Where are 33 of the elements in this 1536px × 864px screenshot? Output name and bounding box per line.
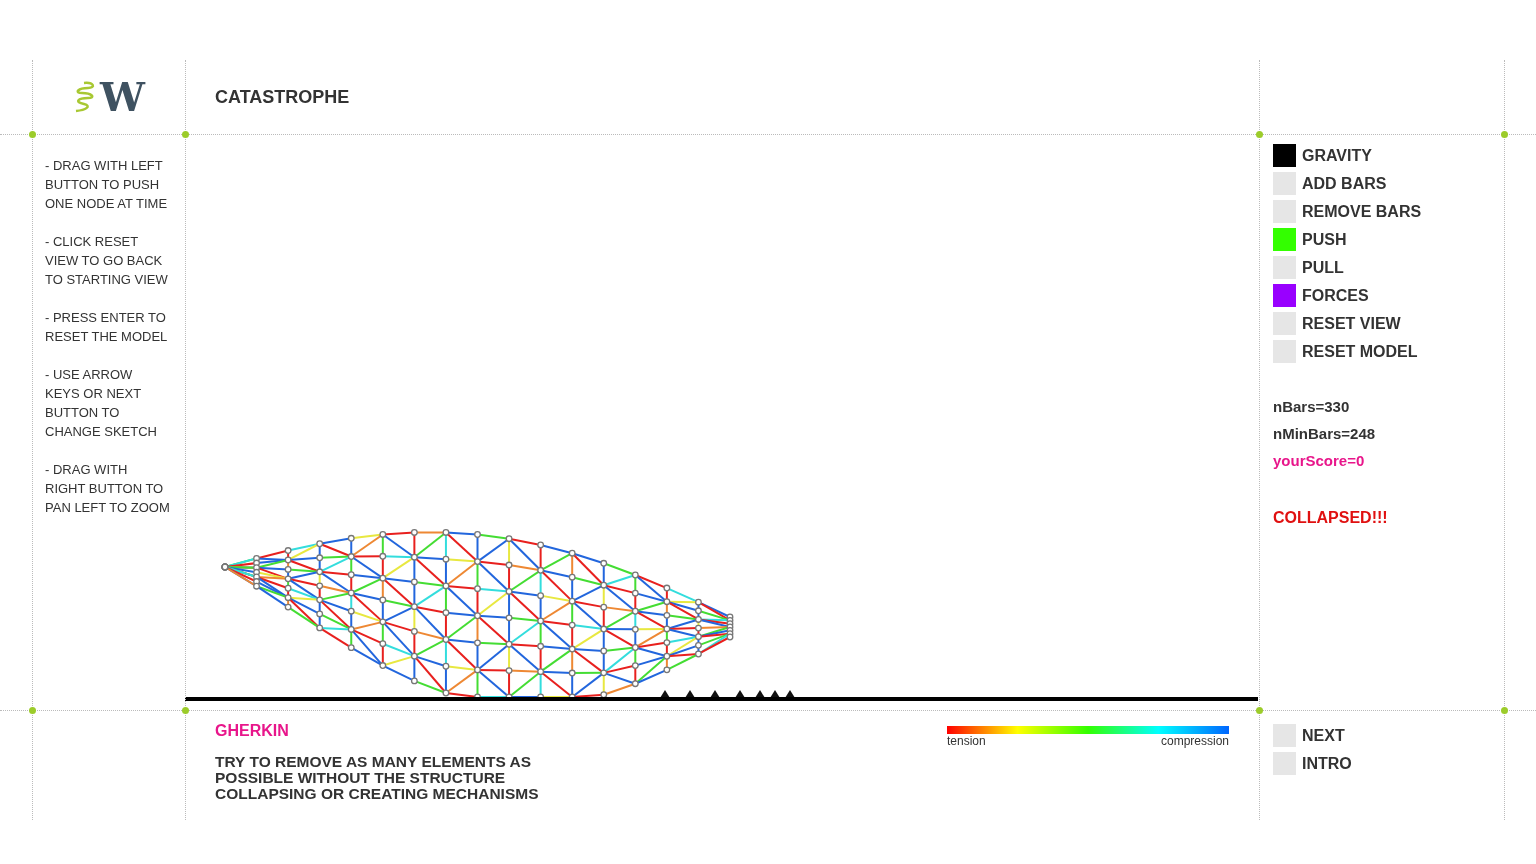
nav-button[interactable]: INTRO <box>1273 752 1352 775</box>
stat-text: nMinBars=248 <box>1273 425 1377 442</box>
task-text: TRY TO REMOVE AS MANY ELEMENTS AS POSSIBLE WITHOUT THE STRUCTURE COLLAPSING OR CREATING MECHANISMS <box>215 754 540 802</box>
grid-node-dot <box>1501 131 1508 138</box>
toggle-button[interactable]: PULL <box>1273 256 1344 279</box>
grid-node-dot <box>182 131 189 138</box>
toggle-button[interactable]: FORCES <box>1273 284 1369 307</box>
toggle-button[interactable]: PUSH <box>1273 228 1347 251</box>
instruction-text: - USE ARROW KEYS OR NEXT BUTTON TO CHANGE SKETCH <box>45 366 158 441</box>
toggle-button[interactable]: ADD BARS <box>1273 172 1387 195</box>
status-text: COLLAPSED!!! <box>1273 509 1389 527</box>
instruction-text: - PRESS ENTER TO RESET THE MODEL <box>45 309 169 346</box>
instruction-text: - DRAG WITH LEFT BUTTON TO PUSH ONE NODE AT TIME <box>45 157 169 213</box>
grid-node-dot <box>182 707 189 714</box>
instruction-text: - CLICK RESET VIEW TO GO BACK TO STARTING VIEW <box>45 233 169 289</box>
grid-node-dot <box>29 131 36 138</box>
toggle-button[interactable]: RESET VIEW <box>1273 312 1401 335</box>
stat-text: yourScore=0 <box>1273 452 1366 469</box>
app-title: CATASTROPHE <box>215 86 350 108</box>
stat-text: nBars=330 <box>1273 398 1351 415</box>
instruction-text: - DRAG WITH RIGHT BUTTON TO PAN LEFT TO ZOOM <box>45 461 170 517</box>
legend-label: compression <box>1160 734 1229 748</box>
nav-button[interactable]: NEXT <box>1273 724 1345 747</box>
toggle-button[interactable]: RESET MODEL <box>1273 340 1418 363</box>
logo-letter: W <box>100 77 145 117</box>
grid-node-dot <box>1256 131 1263 138</box>
grid-node-dot <box>1256 707 1263 714</box>
legend-label: tension <box>947 734 986 748</box>
toggle-button[interactable]: REMOVE BARS <box>1273 200 1422 223</box>
grid-node-dot <box>1501 707 1508 714</box>
grid-node-dot <box>29 707 36 714</box>
toggle-button[interactable]: GRAVITY <box>1273 144 1372 167</box>
sketch-name: GHERKIN <box>215 722 290 740</box>
